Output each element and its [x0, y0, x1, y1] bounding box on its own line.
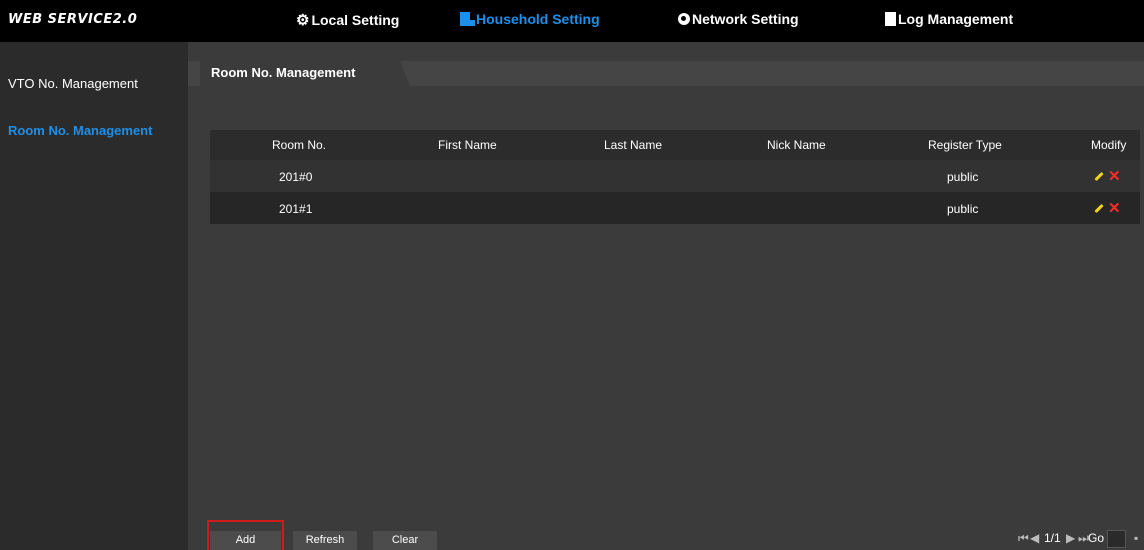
tab-label: Local Setting — [311, 12, 400, 28]
column-header: Room No. — [272, 138, 327, 152]
delete-icon[interactable]: ✕ — [1108, 167, 1121, 185]
sidebar: VTO No. Management Room No. Management — [0, 42, 178, 550]
top-nav-bar: WEB SERVICE2.0 ⚙ Local Setting Household… — [0, 0, 1144, 42]
prev-page-icon[interactable]: ◀ — [1030, 531, 1039, 545]
tab-label: Log Management — [898, 11, 1014, 27]
main-panel: Room No. Management Room No. First Name … — [188, 42, 1144, 550]
sidebar-item-room[interactable]: Room No. Management — [8, 123, 152, 138]
sidebar-item-vto[interactable]: VTO No. Management — [8, 76, 138, 91]
clear-button[interactable]: Clear — [373, 531, 437, 550]
goto-page-input[interactable] — [1107, 530, 1126, 548]
tab-log-management[interactable]: Log Management — [885, 11, 1013, 27]
globe-icon — [678, 13, 690, 25]
gear-icon: ⚙ — [296, 12, 310, 29]
column-header: First Name — [438, 138, 497, 152]
tab-strip: Room No. Management — [188, 61, 1144, 91]
tab-label: Network Setting — [692, 11, 799, 27]
edit-icon[interactable] — [1094, 171, 1104, 182]
tab-local-setting[interactable]: ⚙ Local Setting — [296, 11, 399, 29]
first-page-icon[interactable]: ⏮ — [1018, 531, 1029, 546]
page-indicator: 1/1 — [1044, 531, 1061, 545]
table-header: Room No. First Name Last Name Nick Name … — [210, 130, 1140, 160]
go-icon[interactable]: ▪ — [1134, 531, 1138, 545]
delete-icon[interactable]: ✕ — [1108, 199, 1121, 217]
tab-network-setting[interactable]: Network Setting — [678, 11, 799, 27]
table-row[interactable]: 201#0 public ✕ — [210, 160, 1140, 192]
brand-logo: WEB SERVICE2.0 — [8, 12, 138, 27]
column-header: Nick Name — [767, 138, 826, 152]
column-header: Register Type — [928, 138, 1002, 152]
refresh-button[interactable]: Refresh — [293, 531, 357, 550]
column-header: Modify — [1091, 138, 1127, 152]
tab-label: Household Setting — [476, 11, 600, 27]
add-button[interactable]: Add — [210, 531, 281, 550]
table-row[interactable]: 201#1 public ✕ — [210, 192, 1140, 224]
document-icon — [885, 12, 896, 26]
tab-room-management[interactable]: Room No. Management — [200, 61, 410, 91]
register-type: public — [947, 170, 979, 184]
room-number: 201#0 — [279, 170, 313, 184]
room-table: Room No. First Name Last Name Nick Name … — [210, 130, 1140, 550]
register-type: public — [947, 202, 979, 216]
next-page-icon[interactable]: ▶ — [1066, 531, 1075, 545]
room-number: 201#1 — [279, 202, 313, 216]
column-header: Last Name — [604, 138, 663, 152]
edit-icon[interactable] — [1094, 203, 1104, 214]
tab-household-setting[interactable]: Household Setting — [460, 11, 600, 27]
building-icon — [460, 12, 475, 26]
